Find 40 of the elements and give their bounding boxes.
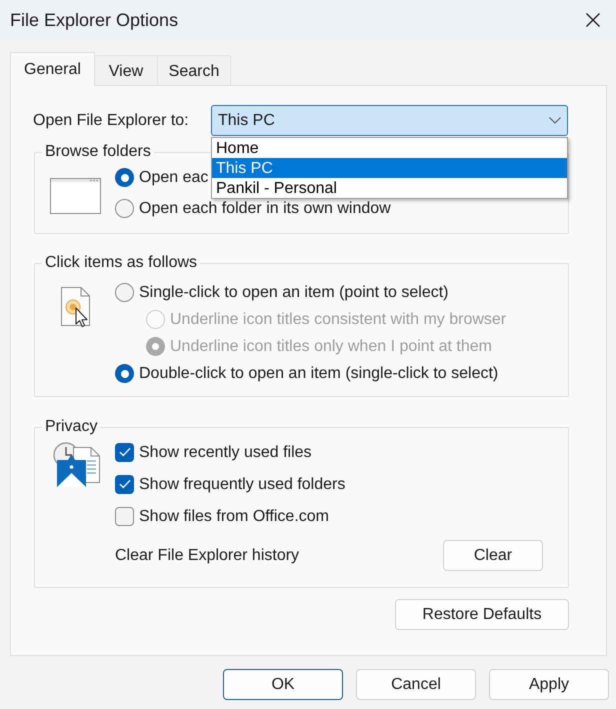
check-icon: [118, 479, 130, 489]
group-title: Browse folders: [44, 143, 152, 161]
tab[interactable]: General: [10, 52, 95, 86]
radio-label: Underline icon titles only when I point at them: [170, 337, 492, 356]
dropdown-field[interactable]: This PC: [211, 105, 568, 136]
radio-button[interactable]: [115, 199, 134, 218]
checkbox-label: Show files from Office.com: [139, 506, 329, 526]
checkbox-label: Show frequently used folders: [139, 474, 346, 494]
chevron-down-icon: [549, 117, 561, 124]
dialog-button[interactable]: Apply: [489, 669, 609, 700]
clock-documents-icon: [51, 442, 101, 488]
checkbox[interactable]: [115, 506, 134, 526]
radio-button[interactable]: [115, 364, 134, 383]
radio-button[interactable]: [115, 168, 134, 187]
radio-label: Underline icon titles consistent with my browser: [170, 310, 506, 329]
dropdown-option[interactable]: This PC: [212, 158, 567, 178]
window-title: File Explorer Options: [10, 9, 178, 31]
checkbox[interactable]: [115, 474, 134, 494]
checkbox[interactable]: [115, 442, 134, 462]
clear-button[interactable]: Clear: [443, 540, 543, 571]
window-icon: [50, 178, 101, 214]
radio-label: Open eac: [139, 168, 208, 187]
field-label: Open File Explorer to:: [33, 111, 190, 130]
dropdown-option[interactable]: Home: [212, 138, 567, 158]
radio-button[interactable]: [115, 283, 134, 302]
radio-label: Open each folder in its own window: [139, 199, 391, 218]
dialog-button[interactable]: OK: [223, 669, 343, 700]
dialog-button[interactable]: Cancel: [356, 669, 476, 700]
checkbox-label: Show recently used files: [139, 442, 312, 462]
radio-label: Double-click to open an item (single-click to select): [139, 364, 498, 383]
tab[interactable]: Search: [158, 55, 231, 85]
dropdown-option[interactable]: Pankil - Personal: [212, 178, 567, 198]
tab[interactable]: View: [95, 55, 158, 85]
history-label: Clear File Explorer history: [115, 546, 300, 565]
group-title: Click items as follows: [44, 254, 198, 272]
restore-defaults-button[interactable]: Restore Defaults: [395, 599, 569, 630]
group-title: Privacy: [44, 418, 98, 436]
close-icon: [586, 13, 600, 27]
radio-label: Single-click to open an item (point to select): [139, 283, 448, 302]
check-icon: [118, 447, 130, 457]
